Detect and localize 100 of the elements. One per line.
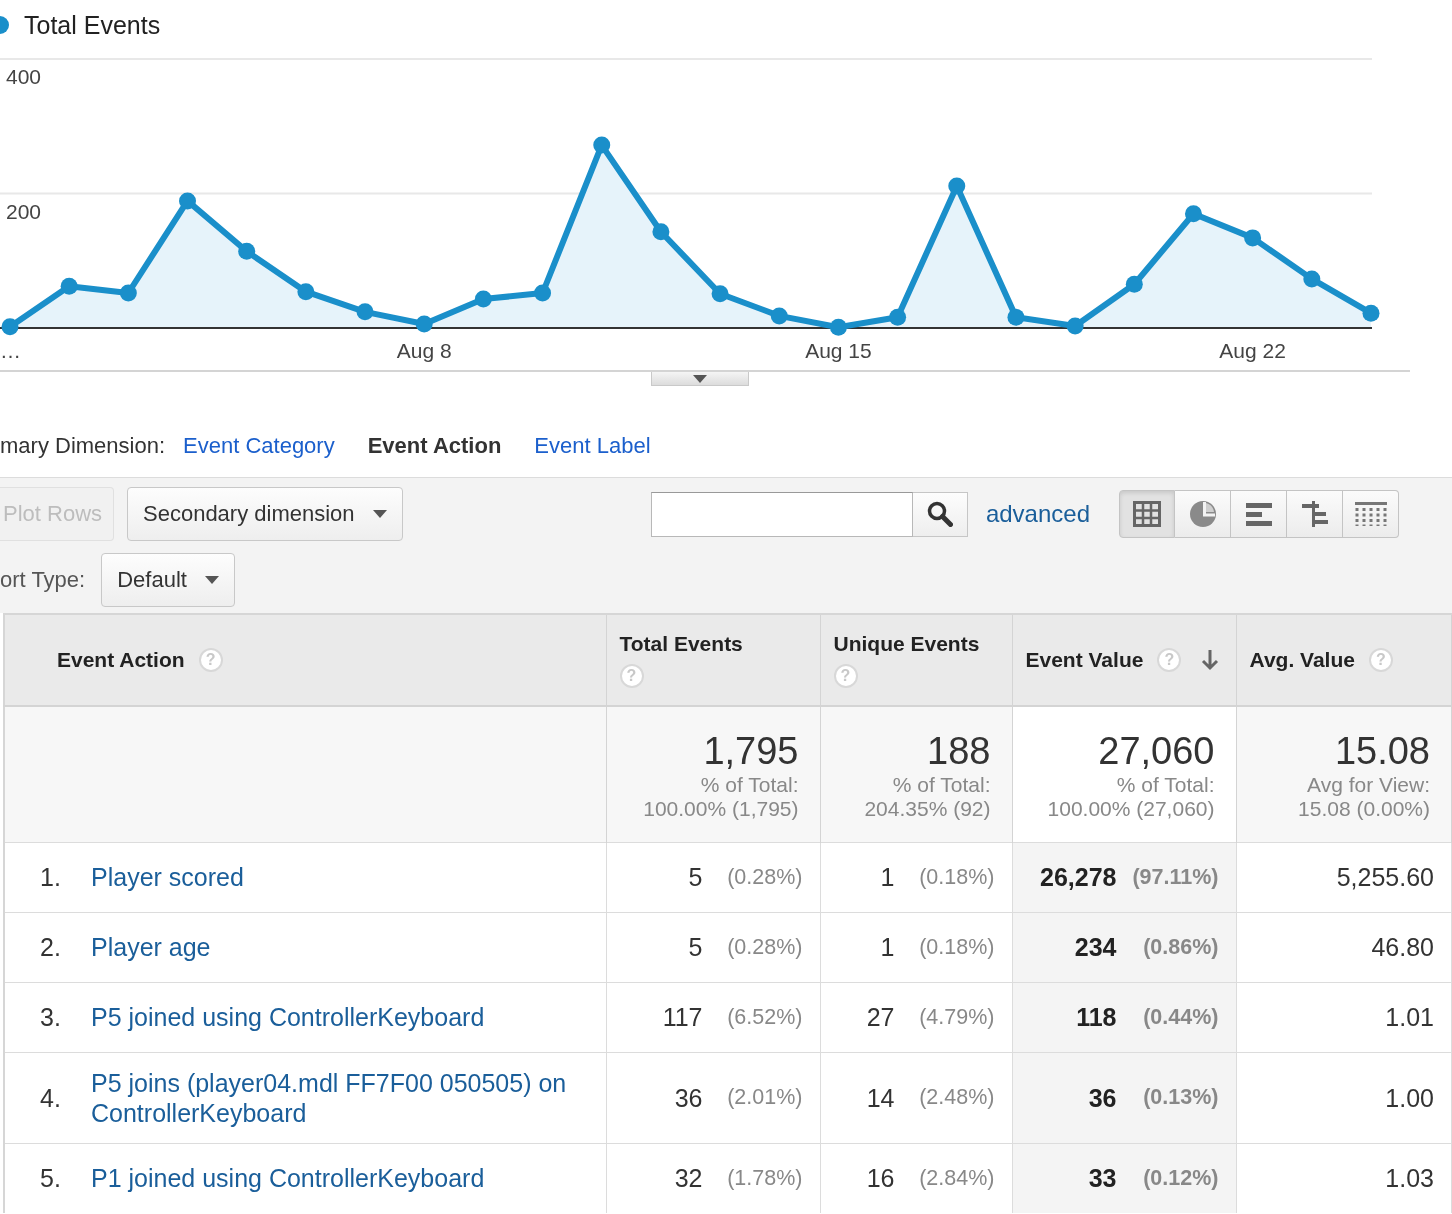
view-toggle-button[interactable] — [1175, 490, 1231, 538]
search-icon — [926, 501, 953, 527]
legend-label: Total Events — [24, 10, 161, 40]
data-point — [652, 223, 670, 241]
data-point — [297, 283, 315, 301]
total-detail: 100.00% (27,060) — [1046, 797, 1215, 821]
metric-value: 5 — [688, 862, 703, 892]
total-value: 1,795 — [702, 729, 799, 773]
metric-value: 36 — [1088, 1082, 1117, 1113]
data-point — [534, 284, 552, 302]
caret-icon — [205, 576, 220, 584]
primary-dimension-label: mary Dimension: — [0, 433, 166, 459]
column-header[interactable]: Event Value — [1025, 648, 1144, 672]
event-action-link[interactable]: P1 joined using ControllerKeyboard — [91, 1163, 485, 1194]
dimension-tab[interactable]: Event Action — [367, 433, 502, 459]
search-field[interactable] — [650, 491, 913, 537]
dimension-tab[interactable]: Event Category — [183, 433, 335, 459]
grid-icon — [1133, 501, 1161, 527]
metric-value: 14 — [866, 1082, 895, 1113]
caret-icon — [373, 510, 387, 518]
event-action-link[interactable]: Player age — [91, 932, 211, 962]
total-label: % of Total: — [1115, 773, 1215, 797]
data-point — [948, 177, 966, 195]
metric-value: 118 — [1076, 1002, 1117, 1032]
total-detail: 15.08 (0.00%) — [1297, 797, 1430, 821]
row-number: 1. — [40, 862, 62, 892]
y-axis-label: 400 — [6, 65, 42, 88]
total-label: % of Total: — [699, 773, 799, 797]
sort-type-label: ort Type: — [0, 567, 86, 593]
column-header[interactable]: Unique Events — [833, 632, 980, 656]
view-toggle-button[interactable] — [1343, 490, 1399, 538]
row-number: 2. — [40, 932, 62, 962]
pie-chart-icon — [1188, 500, 1217, 528]
view-toggle-button[interactable] — [1231, 490, 1287, 538]
help-icon: ? — [619, 664, 644, 688]
metric-percent: (2.84%) — [918, 1165, 995, 1191]
data-point — [1, 318, 19, 336]
metric-percent: (4.79%) — [918, 1004, 995, 1030]
x-axis-label: Aug 15 — [805, 339, 872, 362]
metric-value: 1 — [880, 862, 895, 892]
total-value: 27,060 — [1097, 729, 1215, 773]
help-icon: ? — [198, 648, 223, 672]
column-header[interactable]: Avg. Value — [1249, 648, 1355, 672]
data-point — [593, 136, 611, 154]
search-button[interactable] — [912, 491, 968, 537]
total-detail: 204.35% (92) — [863, 797, 991, 821]
column-header[interactable]: Event Action — [57, 648, 185, 672]
data-point — [1185, 205, 1202, 223]
total-label: % of Total: — [891, 773, 991, 797]
data-point — [770, 307, 788, 325]
data-point — [1066, 317, 1084, 335]
comparison-bars-icon — [1301, 501, 1328, 527]
metric-percent: (0.86%) — [1142, 934, 1219, 960]
sort-arrow-icon[interactable] — [1201, 649, 1220, 671]
metric-value: 16 — [866, 1163, 895, 1194]
y-axis-label: 200 — [6, 199, 42, 223]
data-point — [474, 290, 492, 308]
metric-percent: (6.52%) — [726, 1004, 803, 1030]
data-point — [1362, 304, 1380, 322]
data-point — [60, 277, 78, 295]
pivot-columns-icon — [1354, 502, 1387, 526]
data-point — [179, 192, 196, 210]
help-icon: ? — [1368, 648, 1393, 672]
metric-value: 234 — [1074, 932, 1117, 962]
event-action-link[interactable]: P5 joins (player04.mdl FF7F00 050505) on ControllerKeyboard — [91, 1067, 596, 1128]
dimension-tab[interactable]: Event Label — [534, 433, 651, 459]
view-toggle-button[interactable] — [1287, 490, 1343, 538]
data-point — [119, 284, 137, 302]
advanced-link[interactable]: advanced — [985, 500, 1090, 528]
data-point — [889, 308, 907, 326]
metric-percent: (0.13%) — [1142, 1085, 1219, 1110]
x-axis-label: … — [0, 339, 21, 362]
metric-value: 46.80 — [1371, 932, 1434, 962]
metric-value: 117 — [662, 1002, 703, 1032]
x-axis-label: Aug 22 — [1219, 339, 1286, 362]
data-point — [829, 318, 847, 336]
secondary-dimension-dropdown[interactable]: Secondary dimension — [127, 487, 403, 541]
chart-collapse-button[interactable] — [651, 372, 749, 386]
data-point — [1007, 308, 1025, 326]
metric-value: 36 — [674, 1082, 703, 1113]
sort-type-dropdown[interactable]: Default — [101, 553, 236, 607]
column-header[interactable]: Total Events — [619, 632, 743, 656]
metric-value: 1 — [880, 932, 895, 962]
metric-value: 1.00 — [1385, 1082, 1434, 1113]
data-point — [415, 315, 433, 333]
metric-percent: (97.11%) — [1131, 864, 1219, 890]
metric-value: 26,278 — [1040, 862, 1117, 892]
event-action-link[interactable]: P5 joined using ControllerKeyboard — [91, 1002, 485, 1032]
metric-percent: (0.12%) — [1142, 1165, 1219, 1191]
metric-value: 1.03 — [1385, 1163, 1434, 1194]
total-value: 188 — [926, 729, 991, 773]
total-label: Avg for View: — [1306, 773, 1430, 797]
metric-value: 1.01 — [1385, 1002, 1434, 1032]
view-toggle-button[interactable] — [1119, 490, 1175, 538]
data-point — [1244, 229, 1262, 247]
event-action-link[interactable]: Player scored — [91, 862, 244, 892]
metric-percent: (1.78%) — [726, 1165, 803, 1191]
bar-chart-icon — [1245, 502, 1272, 526]
help-icon: ? — [1157, 648, 1182, 672]
metric-percent: (0.28%) — [726, 864, 803, 890]
